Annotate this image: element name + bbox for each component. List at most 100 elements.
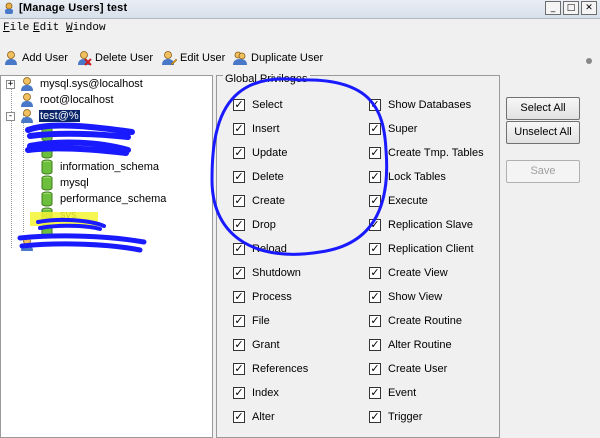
checkbox-checked-icon[interactable]: ✓: [233, 243, 245, 255]
privilege-checkbox-row[interactable]: ✓ Create: [233, 194, 285, 208]
privilege-checkbox-row[interactable]: ✓ Event: [369, 386, 416, 400]
privilege-checkbox-row[interactable]: ✓ Replication Slave: [369, 218, 473, 232]
privilege-checkbox-row[interactable]: ✓ Super: [369, 122, 417, 136]
database-icon: [41, 223, 53, 239]
checkbox-checked-icon[interactable]: ✓: [233, 99, 245, 111]
checkbox-checked-icon[interactable]: ✓: [233, 123, 245, 135]
privilege-checkbox-row[interactable]: ✓ Create Routine: [369, 314, 462, 328]
close-button[interactable]: ✕: [581, 1, 597, 15]
duplicate-user-button[interactable]: Duplicate User: [232, 49, 323, 67]
tree-item-database[interactable]: [39, 143, 55, 159]
checkbox-checked-icon[interactable]: ✓: [233, 267, 245, 279]
checkbox-checked-icon[interactable]: ✓: [369, 99, 381, 111]
privilege-label: Process: [252, 291, 292, 303]
minimize-button[interactable]: _: [545, 1, 561, 15]
tree-item-user[interactable]: [19, 236, 35, 252]
toolbar-grip: [586, 58, 592, 64]
checkbox-checked-icon[interactable]: ✓: [233, 387, 245, 399]
checkbox-checked-icon[interactable]: ✓: [233, 363, 245, 375]
database-icon: [41, 159, 53, 175]
user-tree[interactable]: + mysql.sys@localhost root@localhost - t…: [0, 75, 213, 438]
privilege-checkbox-row[interactable]: ✓ Shutdown: [233, 266, 301, 280]
tree-item-database[interactable]: [39, 126, 55, 142]
privilege-checkbox-row[interactable]: ✓ Drop: [233, 218, 276, 232]
privilege-checkbox-row[interactable]: ✓ File: [233, 314, 270, 328]
expand-plus-icon[interactable]: +: [6, 79, 15, 89]
privilege-checkbox-row[interactable]: ✓ Alter: [233, 410, 275, 424]
menu-window[interactable]: Window: [66, 22, 106, 34]
checkbox-checked-icon[interactable]: ✓: [369, 291, 381, 303]
privilege-checkbox-row[interactable]: ✓ References: [233, 362, 308, 376]
checkbox-checked-icon[interactable]: ✓: [233, 219, 245, 231]
checkbox-checked-icon[interactable]: ✓: [369, 363, 381, 375]
checkbox-checked-icon[interactable]: ✓: [233, 315, 245, 327]
checkbox-checked-icon[interactable]: ✓: [369, 123, 381, 135]
tree-item-database[interactable]: sys: [39, 207, 78, 223]
privilege-label: Replication Slave: [388, 219, 473, 231]
tree-item-database[interactable]: mysql: [39, 175, 90, 191]
checkbox-checked-icon[interactable]: ✓: [369, 219, 381, 231]
menu-edit[interactable]: Edit: [33, 22, 59, 34]
edit-user-button[interactable]: Edit User: [161, 49, 225, 67]
menu-window-label: indow: [72, 22, 106, 34]
privilege-label: References: [252, 363, 309, 375]
privilege-checkbox-row[interactable]: ✓ Update: [233, 146, 287, 160]
checkbox-checked-icon[interactable]: ✓: [369, 315, 381, 327]
tree-item-user-selected[interactable]: - test@%: [6, 108, 80, 124]
checkbox-checked-icon[interactable]: ✓: [233, 171, 245, 183]
privilege-checkbox-row[interactable]: ✓ Index: [233, 386, 279, 400]
privilege-checkbox-row[interactable]: ✓ Reload: [233, 242, 287, 256]
collapse-minus-icon[interactable]: -: [6, 111, 15, 121]
checkbox-checked-icon[interactable]: ✓: [369, 267, 381, 279]
privilege-checkbox-row[interactable]: ✓ Create User: [369, 362, 447, 376]
checkbox-checked-icon[interactable]: ✓: [233, 147, 245, 159]
checkbox-checked-icon[interactable]: ✓: [233, 339, 245, 351]
privilege-checkbox-row[interactable]: ✓ Lock Tables: [369, 170, 446, 184]
privilege-checkbox-row[interactable]: ✓ Show View: [369, 290, 442, 304]
tree-item-database[interactable]: [39, 223, 55, 239]
tree-item-user[interactable]: root@localhost: [19, 92, 115, 108]
tree-item-database[interactable]: information_schema: [39, 159, 160, 175]
privileges-panel: Global Privileges ✓ Select ✓ Insert ✓ Update ✓…: [216, 73, 600, 438]
select-all-button[interactable]: Select All: [506, 97, 580, 120]
privilege-checkbox-row[interactable]: ✓ Select: [233, 98, 283, 112]
privilege-checkbox-row[interactable]: ✓ Process: [233, 290, 292, 304]
checkbox-checked-icon[interactable]: ✓: [369, 411, 381, 423]
privilege-label: Execute: [388, 195, 428, 207]
privilege-label: Update: [252, 147, 288, 159]
privilege-checkbox-row[interactable]: ✓ Grant: [233, 338, 280, 352]
privilege-checkbox-row[interactable]: ✓ Create Tmp. Tables: [369, 146, 484, 160]
checkbox-checked-icon[interactable]: ✓: [233, 291, 245, 303]
privilege-label: Lock Tables: [388, 171, 446, 183]
checkbox-checked-icon[interactable]: ✓: [233, 411, 245, 423]
tree-item-database[interactable]: performance_schema: [39, 191, 167, 207]
tree-item-label: root@localhost: [40, 94, 114, 106]
tree-item-user[interactable]: + mysql.sys@localhost: [6, 76, 144, 92]
checkbox-checked-icon[interactable]: ✓: [369, 195, 381, 207]
privilege-checkbox-row[interactable]: ✓ Create View: [369, 266, 448, 280]
global-privileges-group: Global Privileges ✓ Select ✓ Insert ✓ Update ✓…: [216, 73, 500, 438]
checkbox-checked-icon[interactable]: ✓: [233, 195, 245, 207]
privilege-checkbox-row[interactable]: ✓ Insert: [233, 122, 280, 136]
maximize-button[interactable]: □: [563, 1, 579, 15]
tree-connector-line: [23, 114, 24, 232]
privilege-checkbox-row[interactable]: ✓ Trigger: [369, 410, 422, 424]
menu-file[interactable]: File: [3, 22, 29, 34]
privilege-label: Replication Client: [388, 243, 474, 255]
duplicate-user-label: Duplicate User: [251, 52, 324, 64]
checkbox-checked-icon[interactable]: ✓: [369, 387, 381, 399]
save-button[interactable]: Save: [506, 160, 580, 183]
checkbox-checked-icon[interactable]: ✓: [369, 339, 381, 351]
privilege-checkbox-row[interactable]: ✓ Delete: [233, 170, 284, 184]
checkbox-checked-icon[interactable]: ✓: [369, 243, 381, 255]
privilege-checkbox-row[interactable]: ✓ Replication Client: [369, 242, 474, 256]
delete-user-button[interactable]: Delete User: [76, 49, 153, 67]
privilege-checkbox-row[interactable]: ✓ Execute: [369, 194, 428, 208]
privilege-checkbox-row[interactable]: ✓ Show Databases: [369, 98, 471, 112]
checkbox-checked-icon[interactable]: ✓: [369, 171, 381, 183]
privilege-label: Delete: [252, 171, 284, 183]
unselect-all-button[interactable]: Unselect All: [506, 121, 580, 144]
add-user-button[interactable]: Add User: [3, 49, 68, 67]
checkbox-checked-icon[interactable]: ✓: [369, 147, 381, 159]
privilege-checkbox-row[interactable]: ✓ Alter Routine: [369, 338, 452, 352]
